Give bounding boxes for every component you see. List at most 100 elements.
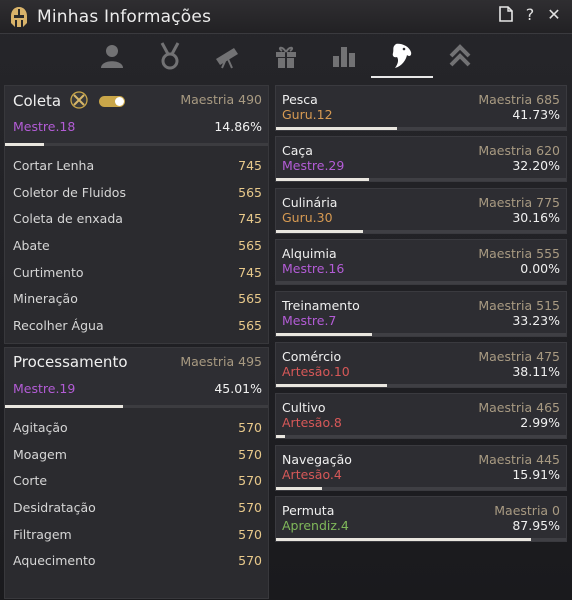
help-icon[interactable]: ? <box>522 6 538 24</box>
document-icon[interactable] <box>498 6 514 24</box>
lifeskill-card-culinaria[interactable]: Culinária Maestria 775 Guru.30 30.16% <box>275 187 567 234</box>
skill-progress-bar <box>276 281 566 285</box>
coleta-toggle[interactable] <box>98 96 125 107</box>
item-value: 745 <box>238 211 262 227</box>
lifeskill-card-permuta[interactable]: Permuta Maestria 0 Aprendiz.4 87.95% <box>275 496 567 543</box>
lifeskill-card-alquimia[interactable]: Alquimia Maestria 555 Mestre.16 0.00% <box>275 239 567 286</box>
character-icon <box>101 45 123 68</box>
close-icon[interactable]: ✕ <box>546 6 562 24</box>
item-value: 570 <box>238 553 262 569</box>
coleta-header: Coleta Maestria 490 Mestre.18 14.86% <box>5 86 268 146</box>
lifeskill-card-treinamento[interactable]: Treinamento Maestria 515 Mestre.7 33.23% <box>275 290 567 337</box>
item-label: Coletor de Fluidos <box>13 184 126 200</box>
lifeskill-card-pesca[interactable]: Pesca Maestria 685 Guru.12 41.73% <box>275 85 567 131</box>
skill-progress-fill <box>276 332 373 336</box>
lifeskill-list: Pesca Maestria 685 Guru.12 41.73% Caça Maest… <box>275 85 567 595</box>
skill-progress-bar <box>276 435 566 439</box>
skill-name: Permuta <box>282 503 335 519</box>
processamento-section: Processamento Maestria 495 Mestre.19 45.… <box>4 347 269 599</box>
skill-progress-fill <box>276 127 398 130</box>
item-label: Filtragem <box>13 526 72 542</box>
skill-percent: 41.73% <box>512 107 560 122</box>
lifeskill-card-cultivo[interactable]: Cultivo Maestria 465 Artesão.8 2.99% <box>275 393 567 440</box>
skill-rank: Guru.30 <box>282 209 333 225</box>
item-label: Coleta de enxada <box>13 211 123 227</box>
item-value: 745 <box>238 264 262 280</box>
lifeskill-horse-icon <box>392 43 412 68</box>
skill-progress-fill <box>276 538 532 542</box>
item-value: 570 <box>238 499 262 515</box>
tab-lifeskills[interactable] <box>371 34 433 78</box>
helmet-icon <box>8 5 30 29</box>
skill-mastery: Maestria 0 <box>494 503 560 519</box>
skill-percent: 32.20% <box>512 158 560 174</box>
tab-gift[interactable] <box>257 34 315 78</box>
lifeskill-card-comercio[interactable]: Comércio Maestria 475 Artesão.10 38.11% <box>275 341 567 388</box>
item-label: Agitação <box>13 419 68 435</box>
skill-name: Pesca <box>282 92 318 107</box>
processamento-header: Processamento Maestria 495 Mestre.19 45.… <box>5 348 268 408</box>
skill-percent: 0.00% <box>520 261 560 277</box>
tab-bar <box>0 34 572 78</box>
item-label: Moagem <box>13 446 67 462</box>
medal-icon <box>160 42 180 70</box>
skill-rank: Artesão.4 <box>282 466 342 482</box>
my-info-window: Minhas Informações ? ✕ Coleta Maestria 4… <box>0 0 572 600</box>
item-value: 565 <box>238 237 262 253</box>
skill-name: Alquimia <box>282 246 337 262</box>
skill-percent: 33.23% <box>512 312 560 328</box>
tab-telescope[interactable] <box>199 34 257 78</box>
crossed-tools-icon <box>70 91 88 109</box>
processamento-progress-fill <box>5 405 124 408</box>
title-bar[interactable]: Minhas Informações ? ✕ <box>0 0 572 34</box>
skill-progress-fill <box>276 229 364 233</box>
tab-medal[interactable] <box>141 34 199 78</box>
item-value: 565 <box>238 184 262 200</box>
coleta-rank: Mestre.18 <box>13 119 76 134</box>
list-item: Mineração 565 <box>5 285 268 312</box>
processamento-mastery: Maestria 495 <box>180 354 262 369</box>
skill-progress-fill <box>276 486 323 490</box>
processamento-percent: 45.01% <box>214 381 262 396</box>
tab-character[interactable] <box>83 34 141 78</box>
coleta-mastery: Maestria 490 <box>180 92 262 107</box>
skill-name: Navegação <box>282 451 352 467</box>
skill-rank: Artesão.8 <box>282 415 342 431</box>
skill-rank: Mestre.16 <box>282 261 345 277</box>
coleta-list: Cortar Lenha 745 Coletor de Fluidos 565 Co… <box>5 146 268 339</box>
coleta-progress-fill <box>5 143 45 146</box>
skill-mastery: Maestria 775 <box>478 194 560 210</box>
lifeskill-card-caca[interactable]: Caça Maestria 620 Mestre.29 32.20% <box>275 136 567 183</box>
lifeskill-card-navegacao[interactable]: Navegação Maestria 445 Artesão.4 15.91% <box>275 444 567 491</box>
list-item: Cortar Lenha 745 <box>5 152 268 179</box>
skill-progress-bar <box>276 383 566 387</box>
processamento-title: Processamento <box>13 353 128 371</box>
list-item: Filtragem 570 <box>5 521 268 548</box>
coleta-section: Coleta Maestria 490 Mestre.18 14.86% Cor… <box>4 85 269 344</box>
item-label: Aquecimento <box>13 553 96 569</box>
skill-progress-fill <box>276 383 387 387</box>
tab-rank[interactable] <box>431 34 489 78</box>
skill-mastery: Maestria 685 <box>478 92 560 107</box>
skill-name: Cultivo <box>282 400 326 416</box>
item-value: 565 <box>238 291 262 307</box>
skill-percent: 87.95% <box>512 518 560 534</box>
item-value: 570 <box>238 473 262 489</box>
item-label: Corte <box>13 473 48 489</box>
list-item: Desidratação 570 <box>5 494 268 521</box>
coleta-percent: 14.86% <box>214 119 262 134</box>
item-value: 745 <box>238 157 262 173</box>
skill-name: Caça <box>282 143 313 159</box>
skill-progress-bar <box>276 332 566 336</box>
tab-statistics[interactable] <box>315 34 373 78</box>
list-item: Aquecimento 570 <box>5 547 268 574</box>
list-item: Moagem 570 <box>5 441 268 468</box>
skill-progress-bar <box>276 486 566 490</box>
processamento-progress-bar <box>5 405 268 408</box>
skill-progress-bar <box>276 178 566 182</box>
left-panel: Coleta Maestria 490 Mestre.18 14.86% Cor… <box>4 85 269 600</box>
skill-name: Culinária <box>282 194 338 210</box>
item-label: Desidratação <box>13 499 96 515</box>
skill-progress-bar <box>276 538 566 542</box>
skill-mastery: Maestria 445 <box>478 451 560 467</box>
